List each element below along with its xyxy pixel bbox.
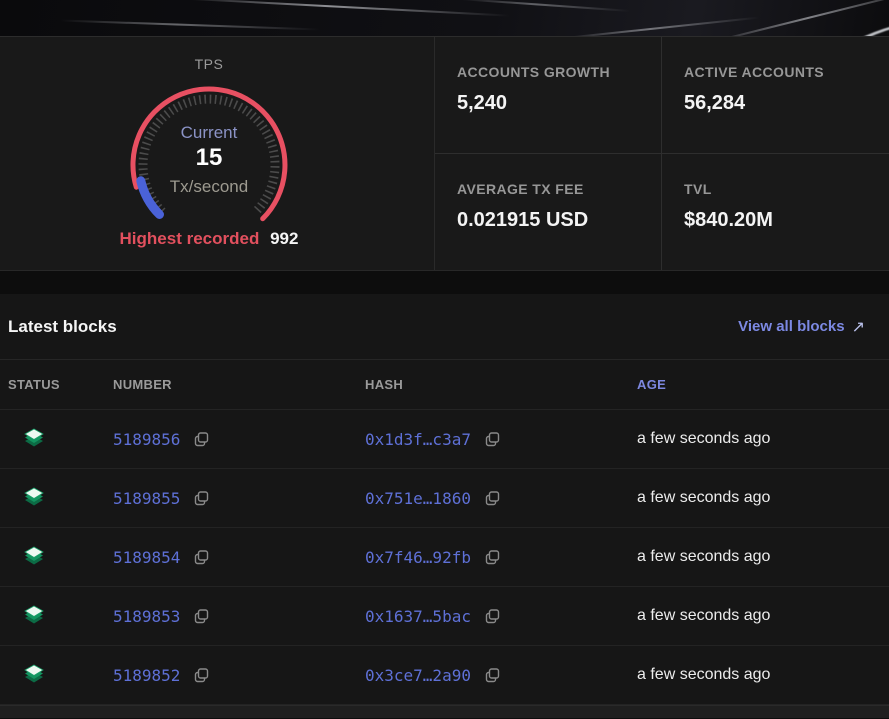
- stats-strip: TPS Current 15 Tx/second Highest recorde…: [0, 37, 889, 271]
- blocks-table-header: STATUS NUMBER HASH AGE: [0, 360, 889, 410]
- view-all-blocks-link[interactable]: View all blocks ↗: [738, 317, 865, 337]
- block-hash-link[interactable]: 0x3ce7…2a90: [365, 666, 471, 685]
- banner-streak: [460, 0, 630, 12]
- stat-label: AVERAGE TX FEE: [457, 181, 661, 197]
- copy-number-button[interactable]: [194, 550, 209, 565]
- blocks-table: 5189856 0x1d3f…c3a7 a few seconds ago: [0, 410, 889, 705]
- tps-title: TPS: [0, 56, 418, 72]
- banner-streak: [560, 17, 759, 37]
- stats-grid: ACCOUNTS GROWTH 5,240 ACTIVE ACCOUNTS 56…: [435, 37, 889, 270]
- block-number-link[interactable]: 5189853: [113, 607, 180, 626]
- copy-icon: [194, 491, 209, 506]
- latest-blocks-section: Latest blocks View all blocks ↗ STATUS N…: [0, 294, 889, 705]
- copy-hash-button[interactable]: [485, 432, 500, 447]
- copy-icon: [194, 609, 209, 624]
- block-number-link[interactable]: 5189855: [113, 489, 180, 508]
- table-row: 5189854 0x7f46…92fb a few seconds ago: [0, 528, 889, 587]
- block-hash-link[interactable]: 0x1637…5bac: [365, 607, 471, 626]
- block-hash-link[interactable]: 0x1d3f…c3a7: [365, 430, 471, 449]
- table-row: 5189856 0x1d3f…c3a7 a few seconds ago: [0, 410, 889, 469]
- block-number-link[interactable]: 5189852: [113, 666, 180, 685]
- block-age: a few seconds ago: [637, 489, 889, 507]
- gauge-current-value: 15: [109, 144, 309, 172]
- gauge-highest-recorded: Highest recorded 992: [0, 229, 418, 249]
- hero-banner: [0, 0, 889, 37]
- block-finalized-icon: [22, 664, 46, 686]
- block-age: a few seconds ago: [637, 666, 889, 684]
- stat-value: $840.20M: [684, 209, 889, 232]
- section-title: Latest blocks: [8, 317, 117, 337]
- stat-average-tx-fee: AVERAGE TX FEE 0.021915 USD: [435, 154, 662, 271]
- next-section-edge: [0, 705, 889, 718]
- block-age: a few seconds ago: [637, 548, 889, 566]
- section-gap: [0, 271, 889, 294]
- block-finalized-icon: [22, 546, 46, 568]
- block-finalized-icon: [22, 487, 46, 509]
- stat-value: 56,284: [684, 92, 889, 115]
- stat-label: TVL: [684, 181, 889, 197]
- copy-icon: [485, 609, 500, 624]
- block-finalized-icon: [22, 605, 46, 627]
- gauge-current-label: Current: [109, 123, 309, 143]
- highest-recorded-value: 992: [270, 229, 298, 248]
- view-all-label: View all blocks: [738, 318, 844, 335]
- latest-blocks-header: Latest blocks View all blocks ↗: [0, 294, 889, 360]
- external-arrow-icon: ↗: [852, 317, 865, 337]
- column-status: STATUS: [8, 377, 113, 392]
- stat-value: 0.021915 USD: [457, 209, 661, 232]
- stat-tvl: TVL $840.20M: [662, 154, 889, 271]
- block-hash-link[interactable]: 0x751e…1860: [365, 489, 471, 508]
- stat-active-accounts: ACTIVE ACCOUNTS 56,284: [662, 37, 889, 154]
- copy-number-button[interactable]: [194, 668, 209, 683]
- block-number-link[interactable]: 5189854: [113, 548, 180, 567]
- copy-icon: [485, 491, 500, 506]
- dashboard: TPS Current 15 Tx/second Highest recorde…: [0, 0, 889, 719]
- block-number-link[interactable]: 5189856: [113, 430, 180, 449]
- copy-icon: [194, 668, 209, 683]
- copy-number-button[interactable]: [194, 432, 209, 447]
- banner-streak: [180, 0, 510, 17]
- copy-icon: [485, 668, 500, 683]
- column-hash: HASH: [365, 377, 637, 392]
- block-hash-link[interactable]: 0x7f46…92fb: [365, 548, 471, 567]
- column-age: AGE: [637, 377, 889, 392]
- table-row: 5189853 0x1637…5bac a few seconds ago: [0, 587, 889, 646]
- copy-number-button[interactable]: [194, 609, 209, 624]
- column-number: NUMBER: [113, 377, 365, 392]
- highest-recorded-label: Highest recorded: [120, 229, 260, 248]
- copy-hash-button[interactable]: [485, 609, 500, 624]
- copy-hash-button[interactable]: [485, 550, 500, 565]
- block-age: a few seconds ago: [637, 607, 889, 625]
- table-row: 5189852 0x3ce7…2a90 a few seconds ago: [0, 646, 889, 705]
- banner-streak: [60, 19, 320, 30]
- copy-icon: [194, 432, 209, 447]
- block-finalized-icon: [22, 428, 46, 450]
- copy-number-button[interactable]: [194, 491, 209, 506]
- stat-label: ACTIVE ACCOUNTS: [684, 64, 889, 80]
- copy-hash-button[interactable]: [485, 668, 500, 683]
- stat-value: 5,240: [457, 92, 661, 115]
- copy-icon: [194, 550, 209, 565]
- copy-icon: [485, 550, 500, 565]
- copy-hash-button[interactable]: [485, 491, 500, 506]
- stat-label: ACCOUNTS GROWTH: [457, 64, 661, 80]
- copy-icon: [485, 432, 500, 447]
- table-row: 5189855 0x751e…1860 a few seconds ago: [0, 469, 889, 528]
- block-age: a few seconds ago: [637, 430, 889, 448]
- tps-gauge-panel: TPS Current 15 Tx/second Highest recorde…: [0, 37, 435, 270]
- stat-accounts-growth: ACCOUNTS GROWTH 5,240: [435, 37, 662, 154]
- gauge-unit-label: Tx/second: [109, 177, 309, 197]
